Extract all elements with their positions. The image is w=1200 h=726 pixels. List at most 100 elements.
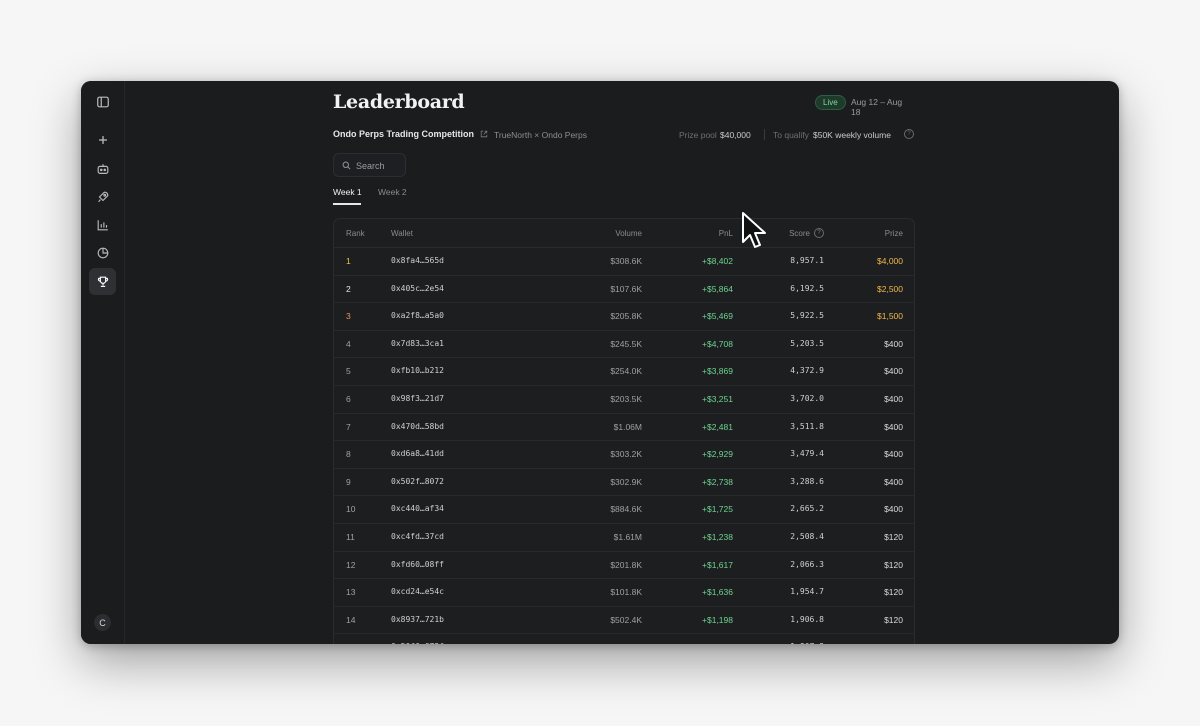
header-wallet[interactable]: Wallet: [391, 229, 413, 238]
sidebar-toggle-icon: [96, 96, 109, 107]
table-row[interactable]: 7 0x470d…58bd $1.06M +$2,481 3,511.8 $400: [334, 413, 914, 442]
cell-score: 5,922.5: [790, 311, 824, 321]
cell-score: 1,906.8: [790, 614, 824, 624]
new-button[interactable]: [89, 126, 116, 153]
table-row[interactable]: 13 0xcd24…e54c $101.8K +$1,636 1,954.7 $120: [334, 578, 914, 607]
table-row[interactable]: 12 0xfd60…08ff $201.8K +$1,617 2,066.3 $120: [334, 551, 914, 580]
table-row[interactable]: 15 0x50f6…672f $401.3K +$1,174 1,807.8 $120: [334, 633, 914, 644]
analytics-button[interactable]: [89, 211, 116, 238]
cell-volume: $107.6K: [610, 283, 642, 294]
cell-pnl: +$5,864: [702, 283, 733, 294]
app-window: C Leaderboard Live Aug 12 – Aug 18 Ondo …: [81, 81, 1119, 644]
cell-wallet: 0xa2f8…a5a0: [391, 311, 444, 321]
cell-prize: $4,000: [877, 256, 903, 266]
score-help-icon[interactable]: ?: [814, 228, 824, 238]
header-prize[interactable]: Prize: [885, 229, 903, 238]
pie-chart-icon: [97, 247, 108, 258]
divider: [764, 129, 765, 140]
cell-wallet: 0xc440…af34: [391, 504, 444, 514]
cell-prize: $400: [884, 421, 903, 432]
cell-rank: 2: [346, 283, 351, 294]
cell-wallet: 0x50f6…672f: [391, 642, 444, 644]
cell-prize: $120: [884, 614, 903, 625]
cell-score: 2,665.2: [790, 504, 824, 514]
cell-pnl: +$1,174: [702, 642, 733, 644]
tab-week-1[interactable]: Week 1: [333, 187, 362, 197]
external-link-icon[interactable]: [480, 130, 488, 138]
sidebar-toggle-button[interactable]: [89, 88, 116, 115]
table-row[interactable]: 6 0x98f3…21d7 $203.5K +$3,251 3,702.0 $400: [334, 385, 914, 414]
table-row[interactable]: 8 0xd6a8…41dd $303.2K +$2,929 3,479.4 $400: [334, 440, 914, 469]
mouse-cursor-icon: [742, 212, 766, 248]
cell-prize: $400: [884, 504, 903, 515]
cell-pnl: +$2,481: [702, 421, 733, 432]
leaderboard-button[interactable]: [89, 268, 116, 295]
cell-rank: 15: [346, 642, 355, 644]
help-icon[interactable]: ?: [904, 129, 914, 139]
cell-wallet: 0x8fa4…565d: [391, 256, 444, 265]
search-input[interactable]: [356, 158, 404, 173]
cell-volume: $101.8K: [610, 587, 642, 598]
active-tab-indicator: [333, 203, 361, 205]
cell-pnl: +$1,238: [702, 532, 733, 542]
leaderboard-table: Rank Wallet Volume PnL Score ? Prize 1 0x…: [333, 218, 915, 644]
cell-score: 4,372.9: [790, 366, 824, 376]
table-row[interactable]: 1 0x8fa4…565d $308.6K +$8,402 8,957.1 $4,000: [334, 247, 914, 276]
table-row[interactable]: 14 0x8937…721b $502.4K +$1,198 1,906.8 $120: [334, 606, 914, 635]
header-pnl[interactable]: PnL: [719, 229, 733, 238]
table-row[interactable]: 3 0xa2f8…a5a0 $205.8K +$5,469 5,922.5 $1,500: [334, 302, 914, 331]
competition-info: Ondo Perps Trading Competition TrueNorth…: [333, 129, 914, 143]
cell-rank: 1: [346, 256, 351, 266]
header-volume[interactable]: Volume: [615, 229, 642, 238]
cell-volume: $884.6K: [610, 504, 642, 515]
cell-rank: 8: [346, 449, 351, 460]
chart-icon: [97, 219, 108, 230]
cell-score: 2,066.3: [790, 559, 824, 569]
cell-volume: $245.5K: [610, 338, 642, 349]
avatar[interactable]: C: [94, 614, 111, 631]
avatar-initial: C: [99, 617, 106, 628]
cell-volume: $303.2K: [610, 449, 642, 460]
table-row[interactable]: 4 0x7d83…3ca1 $245.5K +$4,708 5,203.5 $400: [334, 330, 914, 359]
cell-pnl: +$3,251: [702, 394, 733, 404]
cell-pnl: +$1,198: [702, 614, 733, 625]
main-content: Leaderboard Live Aug 12 – Aug 18 Ondo Pe…: [333, 81, 915, 644]
portfolio-button[interactable]: [89, 239, 116, 266]
tab-week-2[interactable]: Week 2: [378, 187, 407, 197]
table-row[interactable]: 5 0xfb10…b212 $254.0K +$3,869 4,372.9 $400: [334, 357, 914, 386]
cell-volume: $1.61M: [613, 532, 642, 542]
launch-button[interactable]: [89, 183, 116, 210]
cell-prize: $400: [884, 449, 903, 460]
cell-pnl: +$1,636: [702, 587, 733, 598]
qualify-label: To qualify: [773, 130, 809, 140]
prize-pool-value: $40,000: [720, 130, 751, 140]
table-row[interactable]: 10 0xc440…af34 $884.6K +$1,725 2,665.2 $400: [334, 495, 914, 524]
cell-volume: $302.9K: [610, 476, 642, 487]
cell-prize: $400: [884, 394, 903, 404]
qualify-value: $50K weekly volume: [813, 130, 891, 140]
cell-rank: 12: [346, 559, 356, 570]
cell-volume: $1.06M: [613, 421, 642, 432]
cell-wallet: 0xc4fd…37cd: [391, 532, 444, 541]
cell-score: 3,511.8: [790, 421, 824, 431]
cell-volume: $401.3K: [610, 642, 642, 644]
cell-pnl: +$2,738: [702, 476, 733, 487]
cell-score: 6,192.5: [790, 283, 824, 293]
table-row[interactable]: 2 0x405c…2e54 $107.6K +$5,864 6,192.5 $2,500: [334, 275, 914, 304]
cell-pnl: +$5,469: [702, 311, 733, 322]
date-range: Aug 12 – Aug 18: [851, 97, 903, 117]
table-row[interactable]: 9 0x502f…8072 $302.9K +$2,738 3,288.6 $400: [334, 468, 914, 497]
table-row[interactable]: 11 0xc4fd…37cd $1.61M +$1,238 2,508.4 $120: [334, 523, 914, 552]
page-title: Leaderboard: [333, 91, 465, 113]
cell-rank: 11: [346, 532, 355, 542]
cell-score: 1,807.8: [790, 642, 824, 644]
cell-wallet: 0x470d…58bd: [391, 421, 444, 431]
cell-pnl: +$2,929: [702, 449, 733, 460]
bot-button[interactable]: [89, 155, 116, 182]
cell-wallet: 0xd6a8…41dd: [391, 449, 444, 459]
cell-prize: $400: [884, 366, 903, 377]
cell-score: 5,203.5: [790, 338, 824, 348]
search-box: [333, 153, 406, 177]
header-score[interactable]: Score: [789, 229, 810, 238]
header-rank[interactable]: Rank: [346, 229, 365, 238]
